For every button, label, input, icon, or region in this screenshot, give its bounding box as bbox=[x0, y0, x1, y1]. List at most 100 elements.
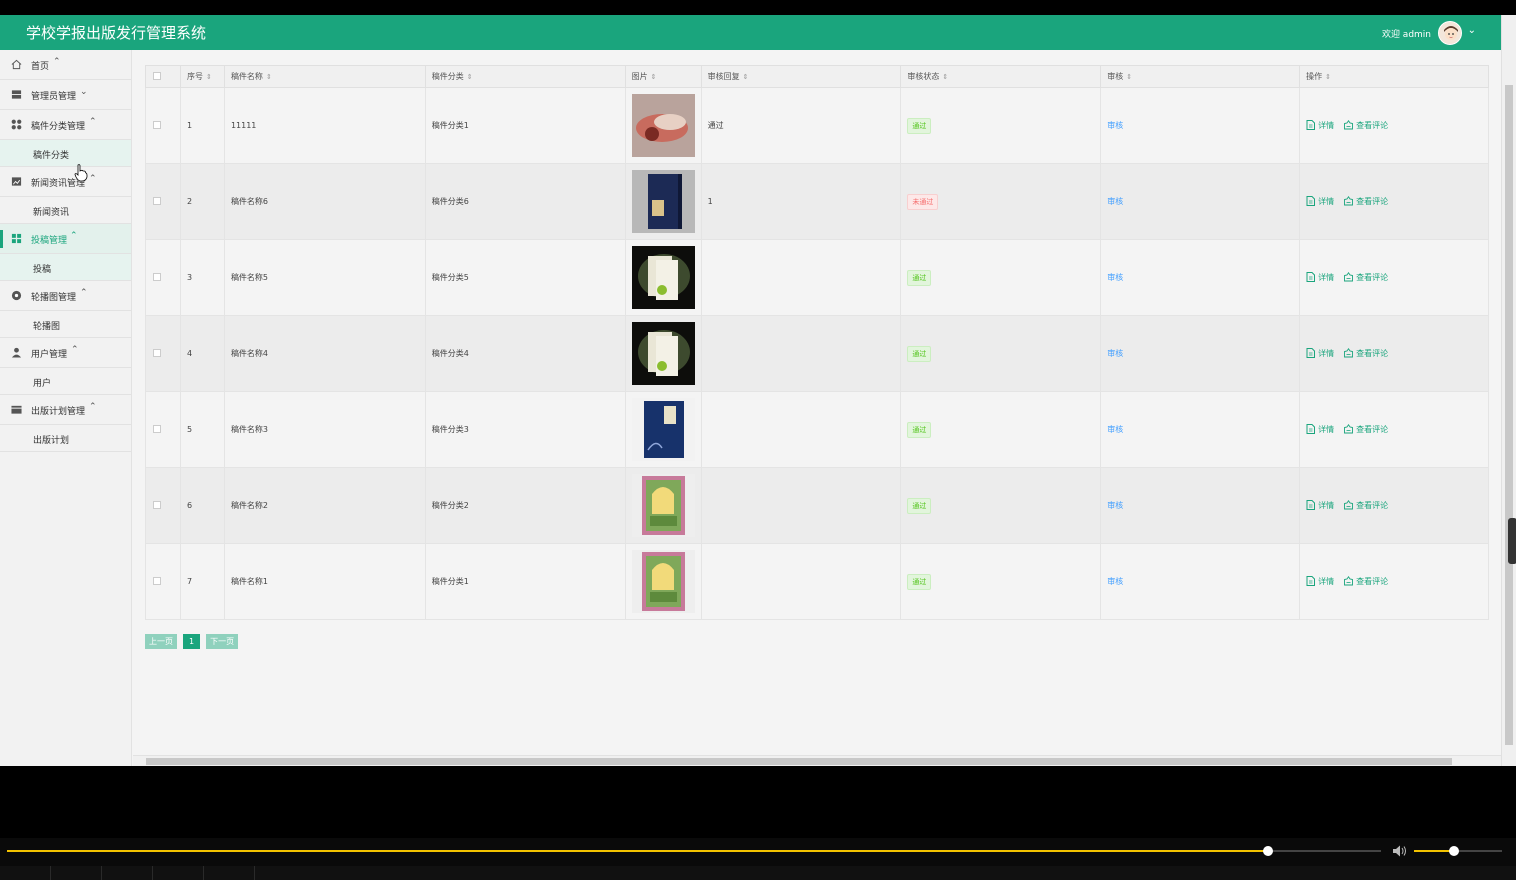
detail-button[interactable]: 详情 bbox=[1306, 196, 1334, 206]
player-tab[interactable] bbox=[153, 866, 204, 880]
sidebar-item-submission[interactable]: 投稿管理 ⌃ bbox=[0, 224, 131, 254]
audit-cell: 审核 bbox=[1100, 467, 1301, 544]
view-comments-button[interactable]: 查看评论 bbox=[1344, 500, 1388, 510]
detail-button[interactable]: 详情 bbox=[1306, 576, 1334, 586]
column-header-status[interactable]: 审核状态 ⇕ bbox=[900, 65, 1102, 88]
sidebar-subitem-category[interactable]: 稿件分类 bbox=[0, 140, 131, 167]
detail-label: 详情 bbox=[1318, 349, 1335, 358]
status-badge: 通过 bbox=[907, 345, 932, 362]
row-checkbox[interactable] bbox=[153, 424, 161, 433]
detail-button[interactable]: 详情 bbox=[1306, 500, 1334, 510]
column-header-name[interactable]: 稿件名称 ⇕ bbox=[223, 65, 426, 88]
column-header-image[interactable]: 图片 ⇕ bbox=[624, 65, 702, 88]
manuscript-category: 稿件分类1 bbox=[424, 543, 626, 620]
select-all-checkbox[interactable] bbox=[153, 71, 161, 80]
sidebar-subitem-carousel[interactable]: 轮播图 bbox=[0, 311, 131, 338]
player-tab[interactable] bbox=[102, 866, 153, 880]
detail-button[interactable]: 详情 bbox=[1306, 272, 1335, 282]
horizontal-scrollbar-thumb[interactable] bbox=[146, 758, 1452, 765]
audit-reply bbox=[700, 467, 902, 544]
volume-knob[interactable] bbox=[1448, 846, 1459, 856]
status-badge: 通过 bbox=[907, 421, 932, 438]
column-header-reply[interactable]: 审核回复 ⇕ bbox=[700, 65, 902, 88]
view-comments-label: 查看评论 bbox=[1356, 577, 1389, 586]
sidebar-item-admin[interactable]: 管理员管理 ⌄ bbox=[0, 80, 131, 110]
detail-button[interactable]: 详情 bbox=[1306, 120, 1334, 130]
view-comments-label: 查看评论 bbox=[1356, 349, 1389, 358]
audit-link[interactable]: 审核 bbox=[1107, 501, 1123, 510]
sidebar-subitem-news[interactable]: 新闻资讯 bbox=[0, 197, 131, 224]
row-checkbox[interactable] bbox=[153, 120, 161, 129]
sort-icon[interactable]: ⇕ bbox=[1126, 73, 1132, 81]
audit-link[interactable]: 审核 bbox=[1107, 197, 1123, 206]
view-comments-button[interactable]: 查看评论 bbox=[1344, 424, 1389, 434]
sidebar-item-plan[interactable]: 出版计划管理 ⌃ bbox=[0, 395, 131, 425]
row-checkbox[interactable] bbox=[153, 576, 161, 585]
view-comments-button[interactable]: 查看评论 bbox=[1344, 196, 1388, 206]
apps-icon bbox=[11, 119, 22, 130]
video-progress-bar[interactable] bbox=[7, 850, 1381, 852]
audit-link[interactable]: 审核 bbox=[1107, 273, 1123, 282]
page-number-button[interactable]: 1 bbox=[183, 634, 201, 649]
view-comments-button[interactable]: 查看评论 bbox=[1344, 348, 1389, 358]
manuscript-category: 稿件分类2 bbox=[424, 467, 626, 544]
cover-image bbox=[631, 322, 695, 385]
sort-icon[interactable]: ⇕ bbox=[1325, 73, 1331, 81]
manuscript-name: 稿件名称1 bbox=[223, 543, 426, 620]
view-comments-button[interactable]: 查看评论 bbox=[1344, 576, 1389, 586]
player-tab[interactable] bbox=[51, 866, 102, 880]
sort-icon[interactable]: ⇕ bbox=[266, 73, 272, 81]
submission-table: 序号 ⇕ 稿件名称 ⇕ 稿件分类 ⇕ 图片 ⇕ 审核回复 ⇕ 审核状态 ⇕ 审核 ⇕ 操作 ⇕ … bbox=[145, 65, 1489, 620]
view-comments-label: 查看评论 bbox=[1356, 425, 1389, 434]
sidebar-subitem-user[interactable]: 用户 bbox=[0, 368, 131, 395]
sidebar-subitem-submission[interactable]: 投稿 bbox=[0, 254, 131, 281]
side-handle[interactable] bbox=[1508, 518, 1516, 564]
sort-icon[interactable]: ⇕ bbox=[651, 73, 657, 81]
row-checkbox[interactable] bbox=[153, 500, 161, 509]
sidebar-subitem-plan[interactable]: 出版计划 bbox=[0, 425, 131, 452]
sort-icon[interactable]: ⇕ bbox=[942, 73, 948, 81]
prev-page-button[interactable]: 上一页 bbox=[145, 634, 177, 649]
select-all-checkbox-cell bbox=[145, 65, 181, 88]
avatar[interactable] bbox=[1438, 21, 1462, 45]
sidebar-item-category[interactable]: 稿件分类管理 ⌃ bbox=[0, 110, 131, 140]
video-progress-knob[interactable] bbox=[1263, 846, 1274, 856]
column-header-no[interactable]: 序号 ⇕ bbox=[179, 65, 225, 88]
column-header-audit[interactable]: 审核 ⇕ bbox=[1100, 65, 1301, 88]
detail-button[interactable]: 详情 bbox=[1306, 348, 1335, 358]
document-icon bbox=[1306, 500, 1316, 510]
row-checkbox[interactable] bbox=[153, 272, 161, 281]
sidebar-subitem-label: 用户 bbox=[33, 379, 52, 389]
audit-link[interactable]: 审核 bbox=[1107, 425, 1123, 434]
detail-label: 详情 bbox=[1318, 273, 1335, 282]
manuscript-name: 稿件名称5 bbox=[223, 239, 426, 316]
column-header-actions[interactable]: 操作 ⇕ bbox=[1299, 65, 1489, 88]
detail-button[interactable]: 详情 bbox=[1306, 424, 1334, 434]
sidebar-item-carousel[interactable]: 轮播图管理 ⌃ bbox=[0, 281, 131, 311]
sort-icon[interactable]: ⇕ bbox=[206, 73, 212, 81]
vertical-scrollbar-thumb[interactable] bbox=[1505, 85, 1513, 745]
view-comments-button[interactable]: 查看评论 bbox=[1344, 120, 1388, 130]
row-number: 5 bbox=[179, 391, 225, 468]
player-tab[interactable] bbox=[0, 866, 51, 880]
horizontal-scrollbar[interactable] bbox=[133, 755, 1501, 766]
next-page-button[interactable]: 下一页 bbox=[206, 634, 239, 649]
player-tab[interactable] bbox=[204, 866, 255, 880]
audit-link[interactable]: 审核 bbox=[1107, 349, 1123, 358]
vertical-scrollbar[interactable] bbox=[1501, 15, 1516, 766]
hand-cursor-icon bbox=[74, 164, 88, 182]
sort-icon[interactable]: ⇕ bbox=[743, 73, 749, 81]
sort-icon[interactable]: ⇕ bbox=[467, 73, 473, 81]
sidebar-item-news[interactable]: 新闻资讯管理 ⌃ bbox=[0, 167, 131, 197]
sidebar-item-home[interactable]: 首页 ⌃ bbox=[0, 50, 131, 80]
sidebar-item-user[interactable]: 用户管理 ⌃ bbox=[0, 338, 131, 368]
audit-link[interactable]: 审核 bbox=[1107, 577, 1123, 586]
user-menu-chevron-icon[interactable]: ⌄ bbox=[1468, 25, 1476, 36]
row-checkbox[interactable] bbox=[153, 348, 161, 357]
audit-link[interactable]: 审核 bbox=[1107, 121, 1123, 130]
volume-icon[interactable] bbox=[1392, 844, 1408, 858]
column-header-category[interactable]: 稿件分类 ⇕ bbox=[424, 65, 626, 88]
table-row: 4 稿件名称4 稿件分类4 通过 审核 详情 查看评论 bbox=[145, 315, 1489, 392]
view-comments-button[interactable]: 查看评论 bbox=[1344, 272, 1388, 282]
row-checkbox[interactable] bbox=[153, 196, 161, 205]
